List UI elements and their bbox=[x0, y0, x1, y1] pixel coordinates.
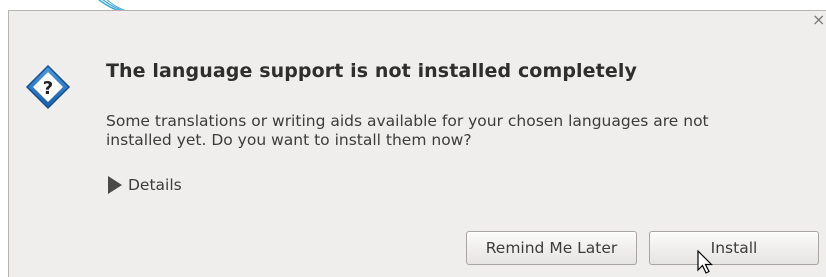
dialog-message: Some translations or writing aids availa… bbox=[106, 112, 709, 149]
close-button[interactable]: × bbox=[812, 10, 826, 30]
question-icon: ? bbox=[25, 64, 71, 110]
details-expander[interactable]: Details bbox=[108, 176, 182, 194]
mouse-cursor-icon bbox=[697, 250, 713, 274]
svg-text:?: ? bbox=[43, 78, 53, 99]
install-button[interactable]: Install bbox=[649, 231, 819, 265]
dialog-title: The language support is not installed co… bbox=[106, 60, 637, 82]
details-label: Details bbox=[128, 176, 182, 194]
expand-arrow-icon bbox=[108, 176, 122, 194]
remind-me-later-button[interactable]: Remind Me Later bbox=[466, 231, 637, 265]
